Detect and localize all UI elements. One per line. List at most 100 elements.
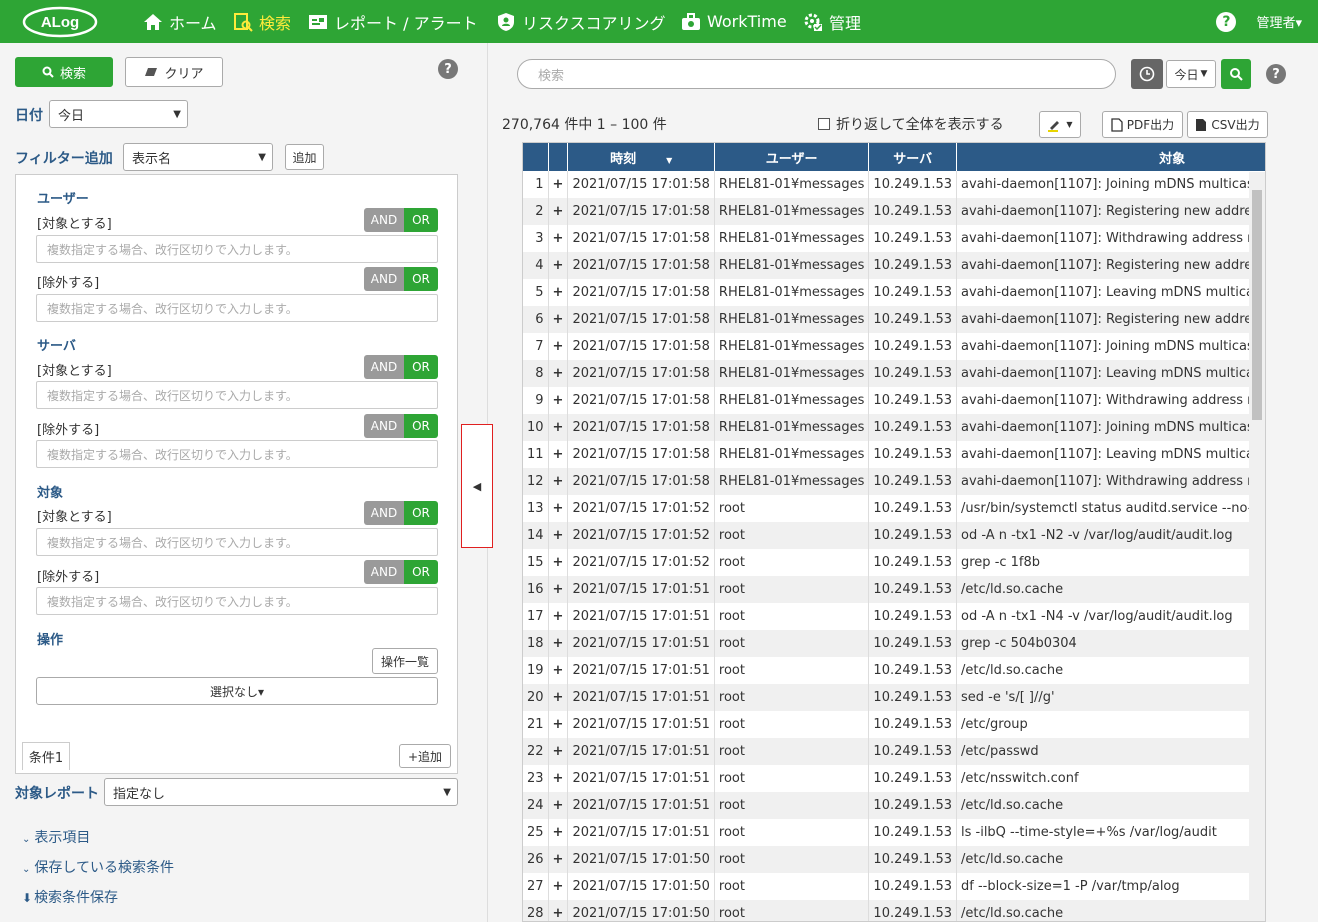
and-toggle[interactable]: AND — [364, 501, 404, 525]
expand-plus-icon[interactable]: + — [548, 846, 569, 873]
or-toggle[interactable]: OR — [404, 414, 438, 438]
expand-plus-icon[interactable]: + — [548, 549, 569, 576]
user-menu[interactable]: 管理者▾ — [1256, 12, 1302, 31]
expand-plus-icon[interactable]: + — [548, 441, 569, 468]
or-toggle[interactable]: OR — [404, 560, 438, 584]
table-row[interactable]: 10 +2021/07/15 17:01:58 RHEL81-01¥messages… — [523, 414, 1265, 441]
save-conditions-link[interactable]: ⬇ 検索条件保存 — [22, 887, 118, 907]
table-row[interactable]: 20 +2021/07/15 17:01:51 root 10.249.1.53 sed… — [523, 684, 1265, 711]
expand-plus-icon[interactable]: + — [548, 603, 569, 630]
clock-button[interactable] — [1131, 59, 1163, 89]
table-row[interactable]: 13 +2021/07/15 17:01:52 root 10.249.1.53/us… — [523, 495, 1265, 522]
server-include-input[interactable]: 複数指定する場合、改行区切りで入力します。 — [36, 381, 438, 409]
filter-add-button[interactable]: 追加 — [285, 144, 324, 170]
table-row[interactable]: 24 +2021/07/15 17:01:51 root 10.249.1.53/et… — [523, 792, 1265, 819]
table-row[interactable]: 18 +2021/07/15 17:01:51 root 10.249.1.53 gre… — [523, 630, 1265, 657]
target-include-input[interactable]: 複数指定する場合、改行区切りで入力します。 — [36, 528, 438, 556]
scrollbar-thumb[interactable] — [1252, 190, 1262, 420]
expand-plus-icon[interactable]: + — [548, 684, 569, 711]
operation-list-button[interactable]: 操作一覧 — [372, 648, 438, 674]
left-help-icon[interactable]: ? — [438, 59, 458, 79]
nav-worktime[interactable]: WorkTime — [681, 0, 787, 43]
expand-plus-icon[interactable]: + — [548, 630, 569, 657]
filter-select[interactable]: 表示名 ▼ — [123, 143, 273, 171]
table-row[interactable]: 6 +2021/07/15 17:01:58 RHEL81-01¥messages 1… — [523, 306, 1265, 333]
display-items-link[interactable]: ⌄ 表示項目 — [22, 827, 90, 847]
expand-plus-icon[interactable]: + — [548, 333, 569, 360]
expand-plus-icon[interactable]: + — [548, 279, 569, 306]
table-row[interactable]: 28 +2021/07/15 17:01:50 root 10.249.1.53/et… — [523, 900, 1265, 921]
or-toggle[interactable]: OR — [404, 267, 438, 291]
expand-plus-icon[interactable]: + — [548, 711, 569, 738]
target-exclude-input[interactable]: 複数指定する場合、改行区切りで入力します。 — [36, 587, 438, 615]
or-toggle[interactable]: OR — [404, 501, 438, 525]
table-row[interactable]: 27 +2021/07/15 17:01:50 root 10.249.1.53 df … — [523, 873, 1265, 900]
table-row[interactable]: 7 +2021/07/15 17:01:58 RHEL81-01¥messages 1… — [523, 333, 1265, 360]
collapse-panel-toggle[interactable]: ◀ — [461, 424, 493, 548]
table-row[interactable]: 1 +2021/07/15 17:01:58 RHEL81-01¥messages 1… — [523, 171, 1265, 198]
expand-plus-icon[interactable]: + — [548, 414, 569, 441]
expand-plus-icon[interactable]: + — [548, 576, 569, 603]
and-toggle[interactable]: AND — [364, 560, 404, 584]
table-row[interactable]: 22 +2021/07/15 17:01:51 root 10.249.1.53/et… — [523, 738, 1265, 765]
table-row[interactable]: 9 +2021/07/15 17:01:58 RHEL81-01¥messages 1… — [523, 387, 1265, 414]
tab-condition-1[interactable]: 条件1 — [22, 742, 70, 770]
condition-add-button[interactable]: +追加 — [399, 744, 451, 768]
table-row[interactable]: 15 +2021/07/15 17:01:52 root 10.249.1.53 gre… — [523, 549, 1265, 576]
column-header-server[interactable]: サーバ — [868, 143, 957, 171]
vertical-scrollbar[interactable] — [1249, 172, 1265, 921]
pdf-export-button[interactable]: PDF出力 — [1102, 111, 1183, 138]
or-toggle[interactable]: OR — [404, 208, 438, 232]
expand-plus-icon[interactable]: + — [548, 765, 569, 792]
expand-plus-icon[interactable]: + — [548, 522, 569, 549]
keyword-search-input[interactable]: 検索 — [517, 59, 1116, 89]
wrap-checkbox[interactable] — [818, 118, 830, 130]
help-icon[interactable]: ? — [1216, 11, 1237, 32]
saved-conditions-link[interactable]: ⌄ 保存している検索条件 — [22, 857, 174, 877]
csv-export-button[interactable]: CSV出力 — [1187, 111, 1268, 138]
and-toggle[interactable]: AND — [364, 355, 404, 379]
and-toggle[interactable]: AND — [364, 414, 404, 438]
column-header-target[interactable]: 対象 — [956, 143, 1265, 171]
column-header-user[interactable]: ユーザー — [714, 143, 870, 171]
table-row[interactable]: 2 +2021/07/15 17:01:58 RHEL81-01¥messages 1… — [523, 198, 1265, 225]
expand-plus-icon[interactable]: + — [548, 738, 569, 765]
column-header-time[interactable]: 時刻 ▼ — [567, 143, 715, 171]
table-row[interactable]: 17 +2021/07/15 17:01:51 root 10.249.1.53 od … — [523, 603, 1265, 630]
table-row[interactable]: 16 +2021/07/15 17:01:51 root 10.249.1.53/et… — [523, 576, 1265, 603]
and-toggle[interactable]: AND — [364, 267, 404, 291]
nav-report[interactable]: レポート / アラート — [308, 0, 478, 43]
expand-plus-icon[interactable]: + — [548, 657, 569, 684]
target-report-select[interactable]: 指定なし ▼ — [104, 778, 458, 806]
expand-plus-icon[interactable]: + — [548, 360, 569, 387]
expand-plus-icon[interactable]: + — [548, 387, 569, 414]
or-toggle[interactable]: OR — [404, 355, 438, 379]
operation-select[interactable]: 選択なし▾ — [36, 677, 438, 705]
expand-plus-icon[interactable]: + — [548, 792, 569, 819]
table-row[interactable]: 26 +2021/07/15 17:01:50 root 10.249.1.53/et… — [523, 846, 1265, 873]
table-row[interactable]: 12 +2021/07/15 17:01:58 RHEL81-01¥messages… — [523, 468, 1265, 495]
table-row[interactable]: 8 +2021/07/15 17:01:58 RHEL81-01¥messages 1… — [523, 360, 1265, 387]
table-row[interactable]: 14 +2021/07/15 17:01:52 root 10.249.1.53 od … — [523, 522, 1265, 549]
and-toggle[interactable]: AND — [364, 208, 404, 232]
expand-plus-icon[interactable]: + — [548, 306, 569, 333]
expand-plus-icon[interactable]: + — [548, 819, 569, 846]
expand-plus-icon[interactable]: + — [548, 225, 569, 252]
user-include-input[interactable]: 複数指定する場合、改行区切りで入力します。 — [36, 235, 438, 263]
table-row[interactable]: 4 +2021/07/15 17:01:58 RHEL81-01¥messages 1… — [523, 252, 1265, 279]
expand-plus-icon[interactable]: + — [548, 873, 569, 900]
table-row[interactable]: 3 +2021/07/15 17:01:58 RHEL81-01¥messages 1… — [523, 225, 1265, 252]
nav-risk[interactable]: リスクスコアリング — [496, 0, 666, 43]
nav-admin[interactable]: 管理 — [803, 0, 861, 43]
table-row[interactable]: 21 +2021/07/15 17:01:51 root 10.249.1.53/et… — [523, 711, 1265, 738]
search-button[interactable]: 検索 — [15, 57, 113, 87]
clear-button[interactable]: クリア — [125, 57, 223, 87]
server-exclude-input[interactable]: 複数指定する場合、改行区切りで入力します。 — [36, 440, 438, 468]
expand-plus-icon[interactable]: + — [548, 252, 569, 279]
table-row[interactable]: 23 +2021/07/15 17:01:51 root 10.249.1.53/et… — [523, 765, 1265, 792]
table-row[interactable]: 5 +2021/07/15 17:01:58 RHEL81-01¥messages 1… — [523, 279, 1265, 306]
user-exclude-input[interactable]: 複数指定する場合、改行区切りで入力します。 — [36, 294, 438, 322]
expand-plus-icon[interactable]: + — [548, 171, 569, 198]
execute-search-button[interactable] — [1221, 59, 1251, 89]
wrap-option[interactable]: 折り返して全体を表示する — [818, 114, 1004, 134]
